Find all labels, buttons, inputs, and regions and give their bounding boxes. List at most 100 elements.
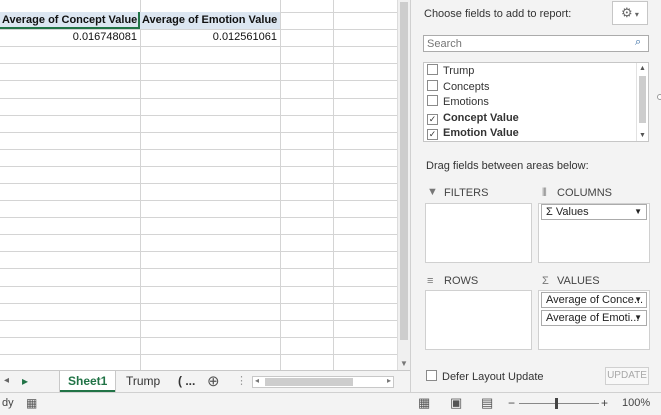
zoom-level[interactable]: 100% xyxy=(622,397,650,409)
row-gridline xyxy=(0,234,397,235)
defer-label: Defer Layout Update xyxy=(442,371,544,383)
dropdown-arrow-icon[interactable]: ▼ xyxy=(634,311,642,325)
drag-fields-label: Drag fields between areas below: xyxy=(426,160,589,172)
vertical-scrollbar[interactable]: ▼ xyxy=(397,0,410,370)
scroll-down-arrow-icon[interactable]: ▼ xyxy=(639,132,646,139)
row-gridline xyxy=(0,98,397,99)
add-sheet-icon[interactable]: ⊕ xyxy=(207,372,220,390)
row-gridline xyxy=(0,166,397,167)
row-gridline xyxy=(0,286,397,287)
row-gridline xyxy=(0,251,397,252)
row-gridline xyxy=(0,46,397,47)
scroll-up-arrow-icon[interactable]: ▲ xyxy=(639,65,646,72)
horizontal-scrollbar[interactable]: ◂ ▸ xyxy=(252,376,394,388)
row-gridline xyxy=(0,200,397,201)
field-item[interactable]: Emotions xyxy=(427,95,489,110)
page-layout-view-icon[interactable]: ▣ xyxy=(450,395,462,411)
cell-concept-value[interactable]: 0.016748081 xyxy=(0,29,140,46)
search-icon[interactable]: ⌕ xyxy=(635,36,641,49)
field-label: Concepts xyxy=(443,80,490,93)
checkbox[interactable] xyxy=(427,64,438,75)
row-gridline xyxy=(0,183,397,184)
rows-icon: ≡ xyxy=(427,275,434,287)
field-item[interactable]: Concepts xyxy=(427,79,490,95)
column-gridline xyxy=(333,0,334,370)
rows-drop-area[interactable] xyxy=(425,290,532,350)
field-item[interactable]: Trump xyxy=(427,64,474,79)
field-label: Emotions xyxy=(443,96,489,108)
scroll-thumb[interactable] xyxy=(639,76,646,123)
update-button[interactable]: UPDATE xyxy=(605,367,649,385)
row-gridline xyxy=(0,115,397,116)
values-drop-area[interactable]: Average of Conce... ▼ Average of Emoti...… xyxy=(538,290,650,350)
columns-area-title: COLUMNS xyxy=(557,187,613,199)
row-gridline xyxy=(0,132,397,133)
hscroll-left-icon[interactable]: ◂ xyxy=(255,376,259,385)
field-item[interactable]: ✓ Concept Value xyxy=(427,111,519,126)
page-break-view-icon[interactable]: ▤ xyxy=(481,395,493,411)
pill-label: Average of Emoti... xyxy=(546,312,640,324)
field-label: Trump xyxy=(443,65,475,77)
values-area-title: VALUES xyxy=(557,275,600,287)
status-ready-text: dy xyxy=(2,397,14,409)
field-search-input[interactable] xyxy=(423,35,649,52)
row-gridline xyxy=(0,63,397,64)
values-emotion-pill[interactable]: Average of Emoti... ▼ xyxy=(541,310,647,326)
tab-trump[interactable]: Trump xyxy=(118,371,168,392)
cell-emotion-value[interactable]: 0.012561061 xyxy=(140,29,280,46)
splitter-icon[interactable]: ⋮ xyxy=(236,374,247,387)
tab-sheet1[interactable]: Sheet1 xyxy=(60,371,116,392)
checkbox[interactable] xyxy=(427,79,438,91)
choose-fields-label: Choose fields to add to report: xyxy=(424,8,572,20)
tab-scroll-right-icon[interactable]: ▸ xyxy=(22,374,28,388)
zoom-slider-thumb[interactable] xyxy=(555,398,558,409)
column-gridline xyxy=(280,0,281,370)
hscroll-thumb[interactable] xyxy=(265,378,353,386)
row-gridline xyxy=(0,80,397,81)
filters-drop-area[interactable] xyxy=(425,203,532,263)
pivot-header-concept[interactable]: Average of Concept Value xyxy=(0,12,140,29)
dropdown-arrow-icon[interactable]: ▼ xyxy=(634,205,642,219)
columns-values-pill[interactable]: Σ Values ▼ xyxy=(541,204,647,220)
status-bar: dy ▦ ▦ ▣ ▤ − + 100% xyxy=(0,392,661,415)
zoom-out-button[interactable]: − xyxy=(508,396,515,410)
tools-button[interactable]: ⚙ ▾ xyxy=(612,1,648,25)
hscroll-right-icon[interactable]: ▸ xyxy=(387,376,391,385)
field-list: Trump Concepts Emotions ✓ Concept Value ✓ Emot… xyxy=(423,62,649,142)
row-gridline xyxy=(0,268,397,269)
zoom-in-button[interactable]: + xyxy=(601,396,608,410)
row-gridline xyxy=(0,337,397,338)
scroll-down-arrow-icon[interactable]: ▼ xyxy=(400,359,408,368)
row-gridline xyxy=(0,149,397,150)
pill-label: Σ Values xyxy=(546,206,589,218)
columns-drop-area[interactable]: Σ Values ▼ xyxy=(538,203,650,263)
checkbox-checked-icon[interactable]: ✓ xyxy=(427,113,438,125)
sigma-icon: Σ xyxy=(542,275,549,287)
row-gridline xyxy=(0,303,397,304)
scroll-thumb[interactable] xyxy=(400,2,408,340)
defer-layout-update-checkbox[interactable]: Defer Layout Update xyxy=(426,370,544,383)
filter-icon: ▼ xyxy=(427,186,438,198)
checkbox-checked-icon[interactable]: ✓ xyxy=(427,129,438,140)
values-concept-pill[interactable]: Average of Conce... ▼ xyxy=(541,292,647,308)
rows-area-title: ROWS xyxy=(444,275,479,287)
pill-label: Average of Conce... xyxy=(546,294,644,306)
field-item[interactable]: ✓ Emotion Value xyxy=(427,126,519,141)
field-list-scrollbar[interactable]: ▲ ▼ xyxy=(636,63,648,141)
row-gridline xyxy=(0,354,397,355)
row-gridline xyxy=(0,217,397,218)
macro-record-icon[interactable]: ▦ xyxy=(26,396,37,410)
field-label: Emotion Value xyxy=(443,127,519,139)
pivot-header-emotion[interactable]: Average of Emotion Value xyxy=(140,12,280,29)
tab-more[interactable]: ( ... xyxy=(170,371,203,392)
zoom-slider[interactable] xyxy=(519,398,599,409)
dropdown-arrow-icon[interactable]: ▼ xyxy=(634,293,642,307)
gear-icon: ⚙ xyxy=(621,5,633,20)
tab-scroll-left-icon[interactable]: ◂ xyxy=(4,375,9,386)
normal-view-icon[interactable]: ▦ xyxy=(418,395,430,411)
checkbox[interactable] xyxy=(427,95,438,106)
column-gridline xyxy=(140,0,141,370)
panel-resize-handle[interactable] xyxy=(657,94,661,100)
checkbox[interactable] xyxy=(426,370,437,381)
worksheet-grid[interactable]: Average of Concept Value Average of Emot… xyxy=(0,0,397,370)
